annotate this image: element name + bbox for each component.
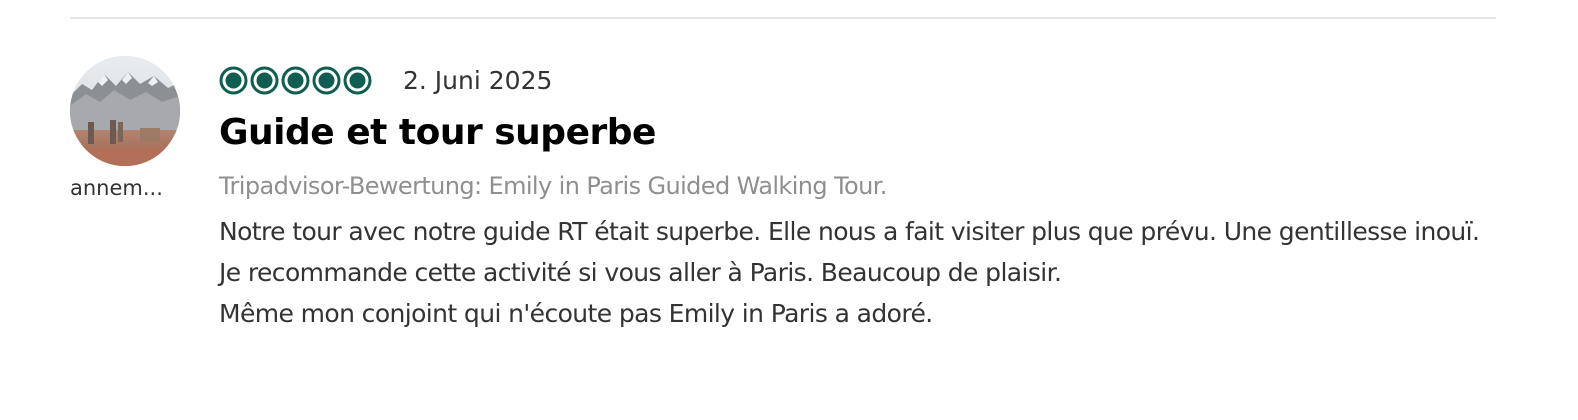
rating-bubble-icon	[312, 66, 341, 94]
review-body-line: Même mon conjoint qui n'écoute pas Emily…	[219, 299, 933, 328]
rating-bubble-icon	[343, 66, 372, 94]
rating-bubble-icon	[281, 66, 310, 94]
top-divider	[70, 17, 1496, 19]
review-title: Guide et tour superbe	[219, 112, 656, 153]
rating-bubble-icon	[250, 66, 279, 94]
review-card: annem... 2. Juni 2025 Guide et tour supe…	[70, 56, 1500, 396]
rating-bubble-icon	[219, 66, 248, 94]
review-content: 2. Juni 2025 Guide et tour superbe Tripa…	[219, 56, 1489, 334]
author-name[interactable]: annem...	[70, 178, 170, 199]
review-meta: 2. Juni 2025	[219, 56, 1489, 104]
review-date: 2. Juni 2025	[403, 65, 553, 95]
avatar-photo-image	[70, 56, 180, 166]
review-body: Notre tour avec notre guide RT était sup…	[219, 211, 1489, 334]
avatar[interactable]	[70, 56, 180, 166]
review-body-line: Je recommande cette activité si vous all…	[219, 258, 1062, 287]
review-body-line: Notre tour avec notre guide RT était sup…	[219, 217, 1480, 246]
rating-bubbles	[219, 66, 372, 95]
review-source: Tripadvisor-Bewertung: Emily in Paris Gu…	[219, 172, 887, 200]
review-author[interactable]: annem...	[70, 56, 180, 199]
